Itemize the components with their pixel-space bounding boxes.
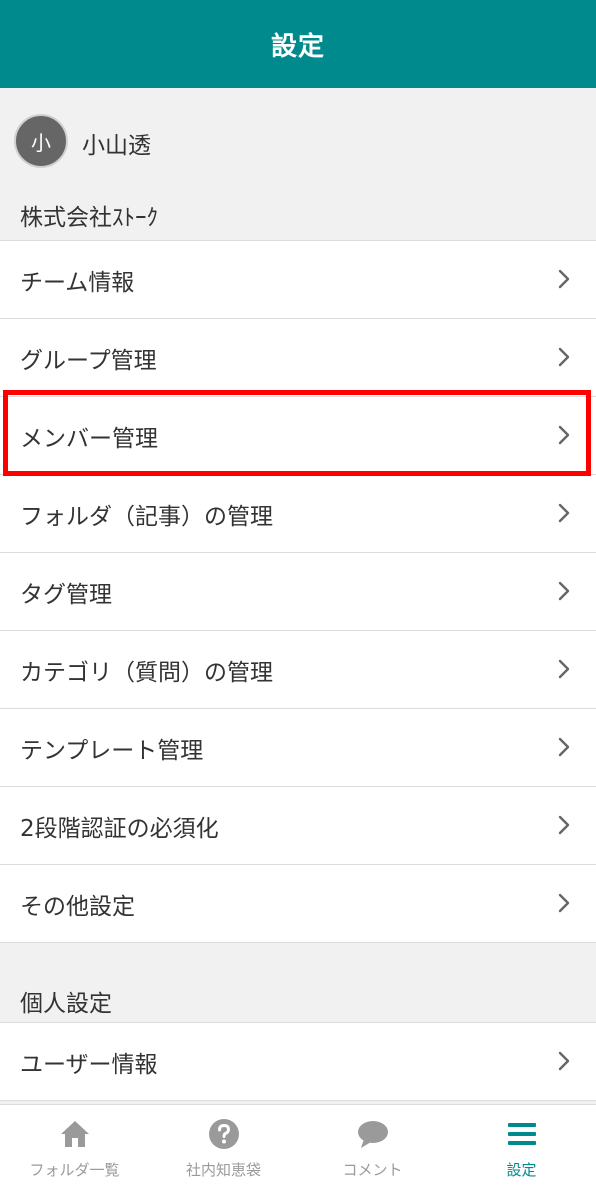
settings-item-label: メンバー管理 (20, 425, 158, 452)
settings-item-team-info[interactable]: チーム情報 (0, 241, 596, 319)
settings-item-two-factor[interactable]: 2段階認証の必須化 (0, 787, 596, 865)
chevron-right-icon (558, 659, 570, 679)
settings-item-label: 2段階認証の必須化 (20, 815, 219, 842)
tab-label: 設定 (506, 1161, 537, 1179)
user-profile-row: 小 小山透 (0, 88, 596, 196)
tab-label: 社内知恵袋 (185, 1161, 261, 1179)
app-header: 設定 (0, 0, 596, 88)
settings-item-label: テンプレート管理 (20, 737, 204, 764)
settings-item-folder-management[interactable]: フォルダ（記事）の管理 (0, 475, 596, 553)
chevron-right-icon (558, 1051, 570, 1071)
settings-item-tag-management[interactable]: タグ管理 (0, 553, 596, 631)
avatar: 小 (14, 114, 68, 168)
chevron-right-icon (558, 581, 570, 601)
chevron-right-icon (558, 893, 570, 913)
tab-label: フォルダ一覧 (29, 1161, 120, 1179)
chevron-right-icon (558, 425, 570, 445)
tab-folder-list[interactable]: フォルダ一覧 (0, 1105, 149, 1200)
page-title: 設定 (270, 31, 325, 62)
menu-icon (507, 1123, 536, 1145)
bottom-tab-bar: フォルダ一覧 社内知恵袋 コメント 設定 (0, 1104, 596, 1200)
settings-item-group-management[interactable]: グループ管理 (0, 319, 596, 397)
settings-item-label: その他設定 (20, 893, 135, 920)
settings-item-label: フォルダ（記事）の管理 (20, 503, 273, 530)
company-name: 株式会社ｽﾄｰｸ (20, 205, 158, 231)
chevron-right-icon (558, 347, 570, 367)
avatar-initial: 小 (31, 130, 51, 155)
settings-item-other-settings[interactable]: その他設定 (0, 865, 596, 943)
settings-item-label: カテゴリ（質問）の管理 (20, 659, 273, 686)
settings-item-template-management[interactable]: テンプレート管理 (0, 709, 596, 787)
tab-label: コメント (342, 1161, 403, 1179)
settings-item-user-info[interactable]: ユーザー情報 (0, 1023, 596, 1101)
personal-settings-list: ユーザー情報 (0, 1022, 596, 1101)
home-icon (60, 1121, 89, 1147)
settings-screen: 設定 小 小山透 株式会社ｽﾄｰｸ チーム情報 グループ管理 メンバー管理 フォ… (0, 0, 596, 1200)
settings-item-label: ユーザー情報 (20, 1051, 158, 1078)
chevron-right-icon (558, 737, 570, 757)
question-icon (208, 1119, 239, 1149)
tab-settings[interactable]: 設定 (447, 1105, 596, 1200)
settings-item-label: チーム情報 (20, 269, 135, 296)
chevron-right-icon (558, 815, 570, 835)
settings-item-label: グループ管理 (20, 347, 157, 374)
tab-comments[interactable]: コメント (298, 1105, 447, 1200)
settings-item-label: タグ管理 (20, 581, 112, 608)
chevron-right-icon (558, 503, 570, 523)
settings-item-member-management[interactable]: メンバー管理 (0, 397, 596, 475)
tab-knowledge[interactable]: 社内知恵袋 (149, 1105, 298, 1200)
user-name: 小山透 (82, 133, 151, 159)
section-title-personal: 個人設定 (20, 991, 112, 1017)
settings-item-category-management[interactable]: カテゴリ（質問）の管理 (0, 631, 596, 709)
team-settings-list: チーム情報 グループ管理 メンバー管理 フォルダ（記事）の管理 タグ管理 カテゴ… (0, 240, 596, 943)
chevron-right-icon (558, 269, 570, 289)
comment-icon (357, 1121, 388, 1148)
